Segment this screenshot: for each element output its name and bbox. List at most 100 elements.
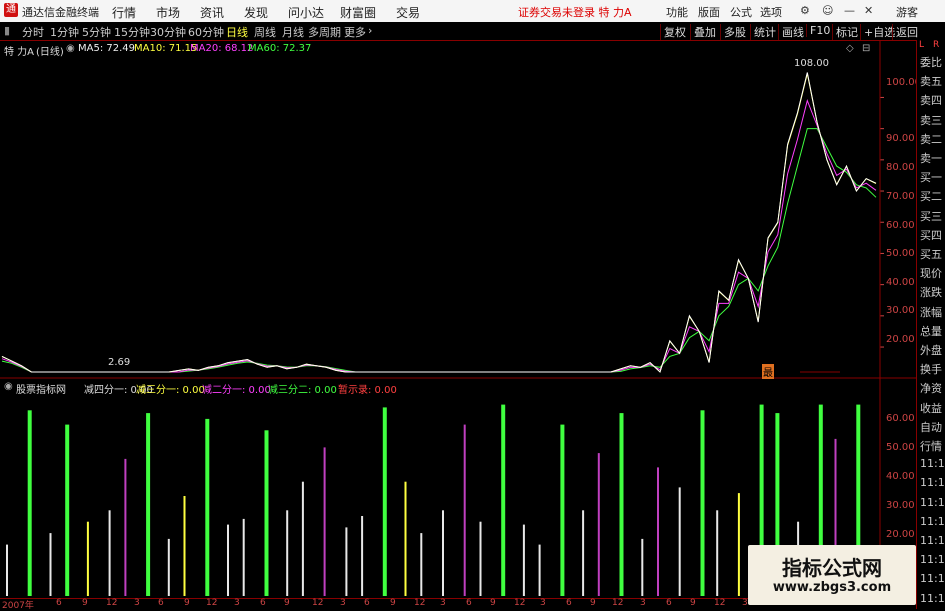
price-gridlines	[880, 96, 884, 348]
panel-item[interactable]: 卖三	[920, 112, 945, 128]
indicator-bar	[264, 430, 269, 596]
indicator-bar	[382, 407, 387, 596]
panel-corner-r[interactable]: R	[933, 40, 945, 50]
panel-item[interactable]: 委比	[920, 54, 945, 70]
indicator-bar	[404, 481, 407, 596]
indicator-bar	[716, 510, 719, 596]
date-tick: 12	[714, 598, 726, 608]
date-tick: 3	[440, 598, 446, 608]
date-tick: 12	[206, 598, 218, 608]
indicator-bar	[124, 458, 127, 596]
indicator-tick: 40.00	[886, 471, 915, 482]
indicator-bar	[301, 481, 304, 596]
max-marker: 最	[762, 364, 774, 379]
indicator-tick: 20.00	[886, 529, 915, 540]
panel-item[interactable]: 自动	[920, 419, 945, 435]
panel-item[interactable]: 11:1	[920, 572, 945, 585]
date-tick: 2007年	[2, 601, 34, 611]
indicator-bar	[6, 544, 8, 596]
indicator-bar	[323, 447, 326, 596]
price-tick: 30.00	[886, 305, 915, 316]
date-tick: 9	[690, 598, 696, 608]
panel-item[interactable]: 买五	[920, 246, 945, 262]
date-tick: 3	[742, 598, 748, 608]
price-tick: 90.00	[886, 133, 915, 144]
panel-item[interactable]: 买一	[920, 169, 945, 185]
panel-item[interactable]: 外盘	[920, 342, 945, 358]
indicator-f3: 减二分一: 0.00	[202, 385, 271, 396]
panel-item[interactable]: 11:1	[920, 553, 945, 566]
indicator-bar	[286, 510, 289, 596]
indicator-tick: 50.00	[886, 442, 915, 453]
panel-item[interactable]: 卖一	[920, 150, 945, 166]
date-tick: 6	[364, 598, 370, 608]
date-tick: 6	[56, 598, 62, 608]
indicator-bar	[582, 510, 585, 596]
panel-item[interactable]: 行情	[920, 438, 945, 454]
panel-item[interactable]: 买二	[920, 188, 945, 204]
date-tick: 12	[106, 598, 118, 608]
indicator-header: ◉ 股票指标网 减四分一: 0.00 减三分一: 0.00 减二分一: 0.00…	[0, 380, 880, 396]
indicator-bar	[108, 510, 111, 596]
panel-item[interactable]: 总量	[920, 323, 945, 339]
indicator-tick: 60.00	[886, 413, 915, 424]
panel-item[interactable]: 涨跌	[920, 284, 945, 300]
indicator-bar	[737, 493, 740, 596]
date-tick: 3	[640, 598, 646, 608]
panel-item[interactable]: 收益	[920, 400, 945, 416]
date-tick: 12	[312, 598, 324, 608]
indicator-bar	[242, 518, 245, 596]
panel-item[interactable]: 11:1	[920, 515, 945, 528]
indicator-bar	[345, 527, 348, 596]
indicator-bar	[597, 453, 600, 596]
watermark: 指标公式网 www.zbgs3.com	[748, 545, 916, 605]
price-tick: 20.00	[886, 334, 915, 345]
indicator-name[interactable]: 股票指标网	[16, 381, 66, 396]
date-tick: 9	[82, 598, 88, 608]
panel-item[interactable]: 买三	[920, 208, 945, 224]
date-tick: 6	[566, 598, 572, 608]
date-tick: 9	[390, 598, 396, 608]
panel-item[interactable]: 11:1	[920, 592, 945, 605]
panel-item[interactable]: 净资	[920, 380, 945, 396]
date-tick: 6	[666, 598, 672, 608]
indicator-bar	[146, 413, 151, 596]
indicator-bars	[6, 404, 861, 596]
indicator-f5: 暂示录: 0.00	[338, 385, 397, 396]
price-series	[1, 72, 877, 373]
panel-item[interactable]: 现价	[920, 265, 945, 281]
date-tick: 9	[490, 598, 496, 608]
watermark-url: www.zbgs3.com	[772, 580, 892, 595]
indicator-bar	[86, 521, 89, 596]
panel-item[interactable]: 换手	[920, 361, 945, 377]
watermark-title: 指标公式网	[782, 556, 882, 580]
panel-item[interactable]: 卖四	[920, 92, 945, 108]
indicator-bar	[678, 487, 681, 596]
panel-item[interactable]: 卖二	[920, 131, 945, 147]
indicator-toggle-icon[interactable]: ◉	[4, 381, 13, 392]
panel-item[interactable]: 11:1	[920, 496, 945, 509]
indicator-bar	[479, 521, 482, 596]
indicator-bar	[442, 510, 444, 596]
indicator-bar	[560, 424, 565, 596]
indicator-bar	[361, 516, 364, 596]
panel-item[interactable]: 买四	[920, 227, 945, 243]
panel-item[interactable]: 11:1	[920, 457, 945, 470]
indicator-f4: 减三分二: 0.00	[268, 385, 337, 396]
date-tick: 12	[514, 598, 526, 608]
low-price-label: 2.69	[108, 357, 131, 368]
indicator-bar	[501, 404, 506, 596]
date-tick: 9	[590, 598, 596, 608]
price-tick: 60.00	[886, 220, 915, 231]
panel-item[interactable]: 11:1	[920, 476, 945, 489]
price-tick: 70.00	[886, 191, 915, 202]
panel-item[interactable]: 涨幅	[920, 304, 945, 320]
indicator-tick: 30.00	[886, 500, 915, 511]
panel-item[interactable]: 卖五	[920, 73, 945, 89]
indicator-bar	[700, 410, 705, 596]
price-tick: 50.00	[886, 248, 915, 259]
chart-area[interactable]	[0, 0, 916, 600]
indicator-bar	[167, 538, 170, 596]
indicator-f2: 减三分一: 0.00	[136, 385, 205, 396]
panel-item[interactable]: 11:1	[920, 534, 945, 547]
